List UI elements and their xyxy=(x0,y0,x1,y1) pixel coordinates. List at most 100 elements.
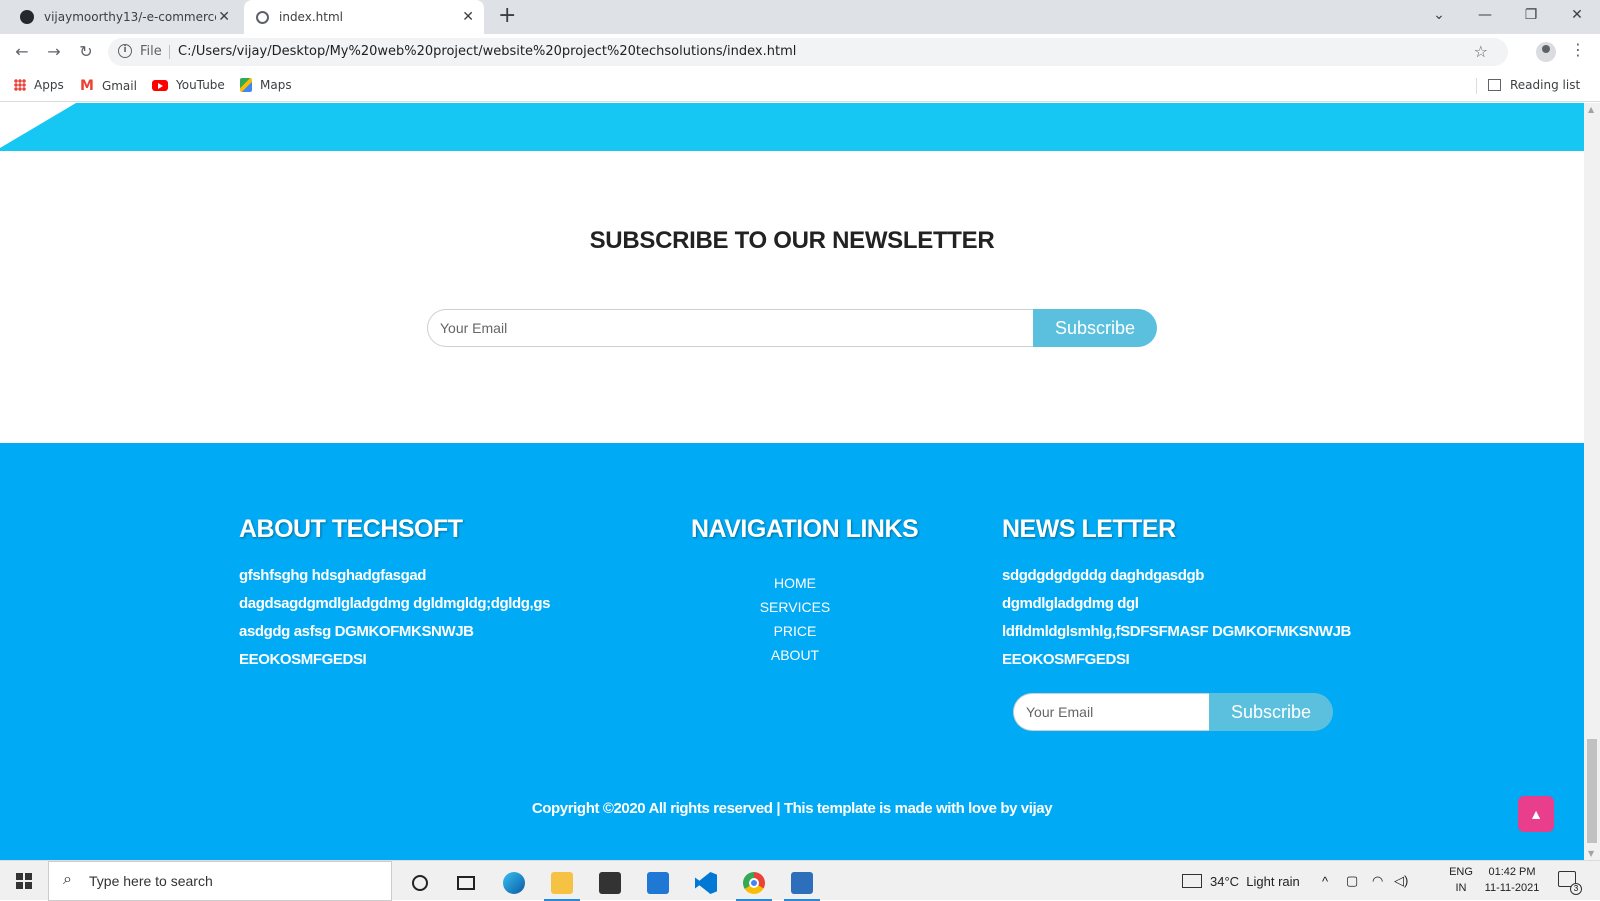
address-bar[interactable]: i File C:/Users/vijay/Desktop/My%20web%2… xyxy=(108,38,1508,66)
region-code: IN xyxy=(1455,882,1467,894)
menu-icon[interactable]: ⋮ xyxy=(1570,40,1586,59)
close-icon[interactable]: ✕ xyxy=(462,9,474,25)
info-icon[interactable]: i xyxy=(118,44,132,58)
wifi-icon[interactable]: ◠ xyxy=(1372,861,1383,901)
clock-time: 01:42 PM xyxy=(1488,866,1536,878)
bookmark-apps[interactable]: Apps xyxy=(14,78,64,92)
newsletter-title: SUBSCRIBE TO OUR NEWSLETTER xyxy=(589,227,995,254)
scroll-to-top-button[interactable]: ▲ xyxy=(1518,796,1554,832)
bookmark-maps[interactable]: Maps xyxy=(240,78,292,92)
footer-subscribe-button[interactable]: Subscribe xyxy=(1209,693,1333,731)
footer-newsletter-text: sdgdgdgdgddg daghdgasdgb dgmdlgladgdmg d… xyxy=(1002,562,1351,674)
close-window-button[interactable]: ✕ xyxy=(1554,0,1600,30)
footer-link-services[interactable]: SERVICES xyxy=(690,595,900,619)
bookmark-youtube[interactable]: YouTube xyxy=(152,78,225,92)
lang-code: ENG xyxy=(1449,866,1473,878)
footer-about-line: asdgdg asfsg DGMKOFMKSNWJB xyxy=(239,623,474,640)
close-icon[interactable]: ✕ xyxy=(218,9,230,25)
footer-newsletter-line: dgmdlgladgdmg dgl xyxy=(1002,595,1139,612)
weather-text: 34°C Light rain xyxy=(1210,873,1300,889)
youtube-icon xyxy=(152,79,168,91)
clock[interactable]: 01:42 PM 11-11-2021 xyxy=(1482,864,1542,896)
tray-overflow-icon[interactable]: ^ xyxy=(1322,861,1328,901)
back-button[interactable]: ← xyxy=(12,42,32,62)
reload-button[interactable]: ↻ xyxy=(76,42,96,62)
bookmark-label: Gmail xyxy=(101,79,137,93)
footer-about-line: EEOKOSMFGEDSI xyxy=(239,651,367,668)
github-icon xyxy=(20,10,34,24)
footer-nav-links: HOME SERVICES PRICE ABOUT xyxy=(690,571,900,667)
task-view-icon[interactable] xyxy=(444,865,488,901)
weather-widget[interactable]: 34°C Light rain xyxy=(1182,861,1300,901)
bookmarks-bar: Apps M Gmail YouTube Maps Reading list xyxy=(0,70,1600,102)
arrow-up-icon: ▲ xyxy=(1529,806,1543,822)
tab-strip: vijaymoorthy13/-e-commerce-sit ✕ index.h… xyxy=(0,0,1600,34)
scrollbar-thumb[interactable] xyxy=(1587,739,1597,843)
weather-icon xyxy=(1182,874,1202,888)
apps-grid-icon xyxy=(14,79,26,91)
photos-icon[interactable] xyxy=(780,865,824,901)
vscode-icon[interactable] xyxy=(684,865,728,901)
store-icon[interactable] xyxy=(588,865,632,901)
tab-title: vijaymoorthy13/-e-commerce-sit xyxy=(44,10,216,24)
tab-search-icon[interactable]: ⌄ xyxy=(1416,0,1462,30)
footer-about-heading: ABOUT TECHSOFT xyxy=(239,515,463,543)
bookmark-label: Maps xyxy=(260,78,292,92)
language-indicator[interactable]: ENG IN xyxy=(1446,864,1476,896)
footer-email-input[interactable] xyxy=(1013,693,1213,731)
edge-icon[interactable] xyxy=(492,865,536,901)
tab-index[interactable]: index.html ✕ xyxy=(244,0,484,34)
search-icon: ⌕ xyxy=(63,871,72,888)
tab-github[interactable]: vijaymoorthy13/-e-commerce-sit ✕ xyxy=(8,0,240,34)
windows-taskbar: ⌕ Type here to search 34°C Light rain ^ … xyxy=(0,860,1600,901)
profile-avatar[interactable] xyxy=(1536,42,1556,62)
scroll-up-icon[interactable]: ▲ xyxy=(1588,105,1594,114)
newsletter-email-input[interactable] xyxy=(427,309,1037,347)
gmail-icon: M xyxy=(80,78,94,94)
bookmark-gmail[interactable]: M Gmail xyxy=(80,78,137,94)
footer-newsletter-heading: NEWS LETTER xyxy=(1002,515,1176,543)
bookmark-label: Apps xyxy=(34,78,64,92)
scroll-down-icon[interactable]: ▼ xyxy=(1588,849,1594,858)
restore-button[interactable]: ❐ xyxy=(1508,0,1554,30)
divider xyxy=(169,45,170,59)
notification-badge: 3 xyxy=(1570,883,1582,895)
bookmark-star-icon[interactable]: ☆ xyxy=(1474,42,1488,61)
meet-now-icon[interactable]: ▢ xyxy=(1346,861,1358,901)
bookmark-label: YouTube xyxy=(176,78,225,92)
footer-newsletter-line: ldfldmldglsmhlg,fSDFSFMASF DGMKOFMKSNWJB xyxy=(1002,623,1351,640)
browser-toolbar: ← → ↻ i File C:/Users/vijay/Desktop/My%2… xyxy=(0,34,1600,70)
newsletter-form: Subscribe xyxy=(427,309,1157,347)
search-placeholder: Type here to search xyxy=(89,873,213,889)
url-text[interactable]: C:/Users/vijay/Desktop/My%20web%20projec… xyxy=(178,44,796,59)
footer-link-price[interactable]: PRICE xyxy=(690,619,900,643)
footer-newsletter-line: EEOKOSMFGEDSI xyxy=(1002,651,1130,668)
maps-icon xyxy=(240,78,252,92)
footer-nav-heading: NAVIGATION LINKS xyxy=(691,515,919,543)
reading-list-label: Reading list xyxy=(1510,78,1581,92)
footer-newsletter-form: Subscribe xyxy=(1013,693,1333,731)
minimize-button[interactable]: — xyxy=(1462,0,1508,30)
footer-link-home[interactable]: HOME xyxy=(690,571,900,595)
globe-icon xyxy=(256,10,269,24)
footer-link-about[interactable]: ABOUT xyxy=(690,643,900,667)
footer-about-line: dagdsagdgmdlgladgdmg dgldmgldg;dgldg,gs xyxy=(239,595,551,612)
windows-start-icon[interactable] xyxy=(16,873,32,889)
taskbar-search[interactable]: ⌕ Type here to search xyxy=(48,861,392,901)
reading-list-icon xyxy=(1488,79,1501,91)
clock-date: 11-11-2021 xyxy=(1484,882,1540,894)
footer-newsletter-line: sdgdgdgdgddg daghdgasdgb xyxy=(1002,567,1205,584)
new-tab-button[interactable]: + xyxy=(498,5,516,27)
cortana-icon[interactable] xyxy=(398,865,442,901)
mail-icon[interactable] xyxy=(636,865,680,901)
page-scrollbar[interactable]: ▲ ▼ xyxy=(1584,103,1600,860)
divider xyxy=(1476,78,1477,94)
subscribe-button[interactable]: Subscribe xyxy=(1033,309,1157,347)
file-explorer-icon[interactable] xyxy=(540,865,584,901)
volume-icon[interactable]: ◁) xyxy=(1394,861,1408,901)
forward-button[interactable]: → xyxy=(44,42,64,62)
chrome-icon[interactable] xyxy=(732,865,776,901)
reading-list-button[interactable]: Reading list xyxy=(1488,78,1580,92)
page-viewport: SUBSCRIBE TO OUR NEWSLETTER Subscribe AB… xyxy=(0,103,1584,860)
footer: ABOUT TECHSOFT gfshfsghg hdsghadgfasgad … xyxy=(0,443,1584,860)
